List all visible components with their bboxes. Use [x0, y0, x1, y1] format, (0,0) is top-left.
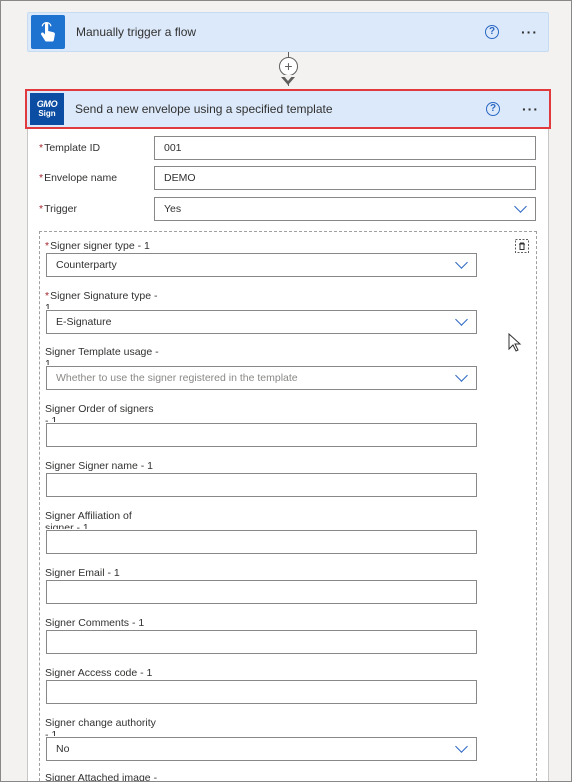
arrow-down-icon [281, 75, 295, 85]
touch-hand-icon [31, 15, 65, 49]
more-options-icon[interactable]: ··· [521, 25, 538, 39]
trigger-card[interactable]: Manually trigger a flow ? ··· [27, 12, 549, 52]
comments-label: Signer Comments - 1 [45, 617, 145, 629]
template-usage-label-line2: 1 [45, 358, 51, 365]
trigger-label: *Trigger [39, 203, 77, 215]
chevron-down-icon [455, 369, 468, 382]
email-label: Signer Email - 1 [45, 567, 120, 579]
signature-type-value: E-Signature [56, 316, 112, 328]
attached-image-label: Signer Attached image - [45, 772, 158, 782]
change-authority-value: No [56, 743, 70, 755]
chevron-down-icon [455, 740, 468, 753]
signature-type-select[interactable]: E-Signature [46, 310, 477, 334]
signer-name-label: Signer Signer name - 1 [45, 460, 153, 472]
template-usage-placeholder: Whether to use the signer registered in … [56, 372, 298, 384]
template-usage-label: Signer Template usage - [45, 346, 159, 358]
envelope-name-label: *Envelope name [39, 172, 118, 184]
help-icon[interactable]: ? [485, 25, 499, 39]
signer-type-label: *Signer signer type - 1 [45, 240, 150, 252]
access-code-label: Signer Access code - 1 [45, 667, 153, 679]
access-code-input[interactable] [46, 680, 477, 704]
add-step-icon[interactable]: + [279, 57, 298, 76]
gmo-sign-logo: GMO Sign [30, 93, 64, 125]
signer-type-value: Counterparty [56, 259, 117, 271]
envelope-name-input[interactable]: DEMO [154, 166, 536, 190]
affiliation-label: Signer Affiliation of [45, 510, 132, 522]
signer-name-input[interactable] [46, 473, 477, 497]
signature-type-label: *Signer Signature type - [45, 290, 158, 302]
template-usage-select[interactable]: Whether to use the signer registered in … [46, 366, 477, 390]
comments-input[interactable] [46, 630, 477, 654]
help-icon[interactable]: ? [486, 102, 500, 116]
change-authority-label-line2: - 1 [45, 729, 58, 736]
delete-item-icon[interactable] [515, 239, 529, 253]
chevron-down-icon [514, 200, 527, 213]
change-authority-label: Signer change authority [45, 717, 156, 729]
signature-type-label-line2: 1 [45, 302, 51, 309]
mouse-cursor-icon [508, 333, 522, 352]
action-title: Send a new envelope using a specified te… [75, 102, 333, 116]
more-options-icon[interactable]: ··· [522, 102, 539, 116]
trigger-select[interactable]: Yes [154, 197, 536, 221]
change-authority-select[interactable]: No [46, 737, 477, 761]
affiliation-input[interactable] [46, 530, 477, 554]
trigger-title: Manually trigger a flow [76, 25, 197, 39]
affiliation-label-line2: signer - 1 [45, 522, 89, 529]
template-id-label: *Template ID [39, 142, 101, 154]
logo-line2: Sign [38, 109, 56, 118]
email-input[interactable] [46, 580, 477, 604]
order-label: Signer Order of signers [45, 403, 154, 415]
trigger-select-value: Yes [164, 203, 182, 215]
chevron-down-icon [455, 313, 468, 326]
action-card-header[interactable]: GMO Sign Send a new envelope using a spe… [25, 89, 551, 129]
order-label-line2: - 1 [45, 415, 58, 422]
chevron-down-icon [455, 256, 468, 269]
logo-line1: GMO [36, 99, 58, 109]
template-id-input[interactable]: 001 [154, 136, 536, 160]
signer-type-select[interactable]: Counterparty [46, 253, 477, 277]
order-input[interactable] [46, 423, 477, 447]
